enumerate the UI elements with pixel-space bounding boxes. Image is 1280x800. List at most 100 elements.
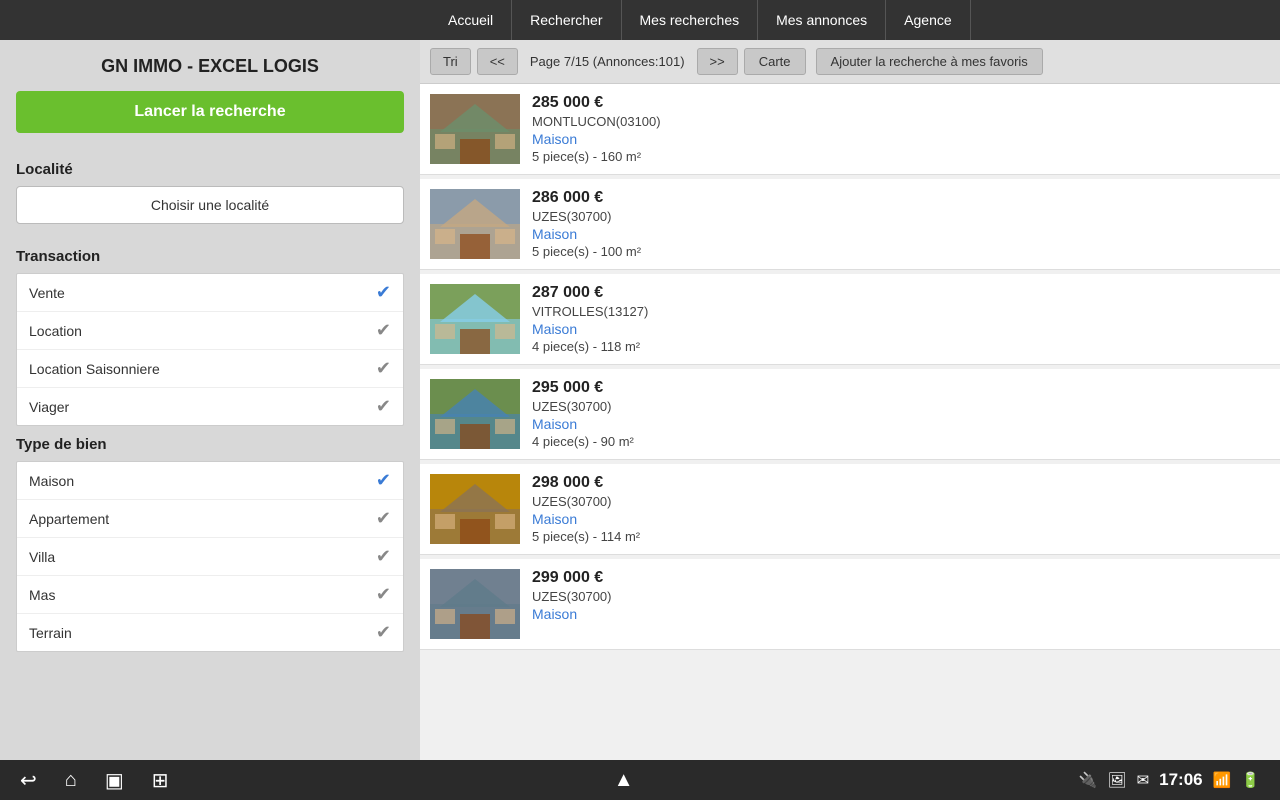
listing-thumbnail (430, 379, 520, 449)
up-chevron-icon: ▲ (614, 769, 634, 792)
listing-info: 285 000 € MONTLUCON(03100) Maison 5 piec… (532, 94, 1270, 164)
listing-thumbnail (430, 474, 520, 544)
favoris-button[interactable]: Ajouter la recherche à mes favoris (816, 48, 1043, 75)
listing-info: 287 000 € VITROLLES(13127) Maison 4 piec… (532, 284, 1270, 354)
listing-info: 299 000 € UZES(30700) Maison (532, 569, 1270, 624)
listing-price: 286 000 € (532, 189, 1270, 207)
location-check-icon: ✔ (376, 320, 391, 341)
recent-apps-icon[interactable]: ▣ (105, 768, 124, 793)
listing-price: 285 000 € (532, 94, 1270, 112)
transaction-viager[interactable]: Viager ✔ (17, 388, 403, 425)
type-appartement[interactable]: Appartement ✔ (17, 500, 403, 538)
next-button[interactable]: >> (697, 48, 738, 75)
type-list: Maison ✔ Appartement ✔ Villa ✔ Mas ✔ Ter… (16, 461, 404, 652)
listing-details: 5 piece(s) - 160 m² (532, 149, 1270, 164)
tri-button[interactable]: Tri (430, 48, 471, 75)
nav-mes-recherches[interactable]: Mes recherches (622, 0, 759, 40)
vente-check-icon: ✔ (376, 282, 391, 303)
localite-button[interactable]: Choisir une localité (16, 186, 404, 224)
nav-agence[interactable]: Agence (886, 0, 970, 40)
listing-thumbnail (430, 94, 520, 164)
content-area: Tri << Page 7/15 (Annonces:101) >> Carte… (420, 40, 1280, 760)
type-maison[interactable]: Maison ✔ (17, 462, 403, 500)
gallery-icon: 🖼 (1108, 771, 1127, 789)
listing-type: Maison (532, 416, 1270, 432)
page-info: Page 7/15 (Annonces:101) (530, 54, 685, 69)
wifi-icon: 📶 (1213, 771, 1232, 789)
battery-icon: 🔋 (1241, 771, 1260, 789)
localite-label: Localité (16, 161, 404, 178)
mas-check-icon: ✔ (376, 584, 391, 605)
sidebar: GN IMMO - EXCEL LOGIS Lancer la recherch… (0, 40, 420, 760)
type-maison-label: Maison (29, 473, 74, 489)
transaction-label: Transaction (16, 248, 404, 265)
listing-item[interactable]: 286 000 € UZES(30700) Maison 5 piece(s) … (420, 179, 1280, 270)
carte-button[interactable]: Carte (744, 48, 806, 75)
type-villa[interactable]: Villa ✔ (17, 538, 403, 576)
listing-type: Maison (532, 511, 1270, 527)
type-label: Type de bien (16, 436, 404, 453)
listing-location: UZES(30700) (532, 494, 1270, 509)
transaction-location[interactable]: Location ✔ (17, 312, 403, 350)
type-mas-label: Mas (29, 587, 55, 603)
listing-info: 286 000 € UZES(30700) Maison 5 piece(s) … (532, 189, 1270, 259)
listing-price: 299 000 € (532, 569, 1270, 587)
listing-type: Maison (532, 321, 1270, 337)
listing-info: 295 000 € UZES(30700) Maison 4 piece(s) … (532, 379, 1270, 449)
home-icon[interactable]: ⌂ (65, 768, 77, 793)
listing-price: 287 000 € (532, 284, 1270, 302)
back-icon[interactable]: ↩ (20, 768, 37, 793)
listing-details: 5 piece(s) - 114 m² (532, 529, 1270, 544)
listing-type: Maison (532, 226, 1270, 242)
search-button[interactable]: Lancer la recherche (16, 91, 404, 133)
prev-button[interactable]: << (477, 48, 518, 75)
pagination-bar: Tri << Page 7/15 (Annonces:101) >> Carte… (420, 40, 1280, 84)
type-terrain-label: Terrain (29, 625, 72, 641)
type-appartement-label: Appartement (29, 511, 109, 527)
nav-mes-annonces[interactable]: Mes annonces (758, 0, 886, 40)
listing-type: Maison (532, 606, 1270, 622)
location-saisonniere-check-icon: ✔ (376, 358, 391, 379)
listing-item[interactable]: 285 000 € MONTLUCON(03100) Maison 5 piec… (420, 84, 1280, 175)
listing-type: Maison (532, 131, 1270, 147)
type-villa-label: Villa (29, 549, 55, 565)
appartement-check-icon: ✔ (376, 508, 391, 529)
listing-location: VITROLLES(13127) (532, 304, 1270, 319)
bottom-status: 🔌 🖼 ✉ 17:06 📶 🔋 (1079, 770, 1260, 790)
clock: 17:06 (1159, 770, 1202, 790)
listing-location: UZES(30700) (532, 209, 1270, 224)
listing-thumbnail (430, 189, 520, 259)
type-terrain[interactable]: Terrain ✔ (17, 614, 403, 651)
main-layout: GN IMMO - EXCEL LOGIS Lancer la recherch… (0, 40, 1280, 760)
top-navigation: Accueil Rechercher Mes recherches Mes an… (0, 0, 1280, 40)
listing-thumbnail (430, 569, 520, 639)
listing-item[interactable]: 287 000 € VITROLLES(13127) Maison 4 piec… (420, 274, 1280, 365)
nav-rechercher[interactable]: Rechercher (512, 0, 621, 40)
type-mas[interactable]: Mas ✔ (17, 576, 403, 614)
listing-location: UZES(30700) (532, 589, 1270, 604)
app-title: GN IMMO - EXCEL LOGIS (16, 56, 404, 77)
terrain-check-icon: ✔ (376, 622, 391, 643)
qr-icon[interactable]: ⊞ (152, 768, 169, 793)
transaction-list: Vente ✔ Location ✔ Location Saisonniere … (16, 273, 404, 426)
listing-details: 5 piece(s) - 100 m² (532, 244, 1270, 259)
usb-icon: 🔌 (1079, 771, 1098, 789)
listing-details: 4 piece(s) - 118 m² (532, 339, 1270, 354)
nav-accueil[interactable]: Accueil (430, 0, 512, 40)
transaction-location-saisonniere[interactable]: Location Saisonniere ✔ (17, 350, 403, 388)
listing-location: UZES(30700) (532, 399, 1270, 414)
listing-price: 295 000 € (532, 379, 1270, 397)
listing-details: 4 piece(s) - 90 m² (532, 434, 1270, 449)
maison-check-icon: ✔ (376, 470, 391, 491)
listing-item[interactable]: 299 000 € UZES(30700) Maison (420, 559, 1280, 650)
transaction-viager-label: Viager (29, 399, 69, 415)
listing-price: 298 000 € (532, 474, 1270, 492)
listing-item[interactable]: 295 000 € UZES(30700) Maison 4 piece(s) … (420, 369, 1280, 460)
villa-check-icon: ✔ (376, 546, 391, 567)
listing-item[interactable]: 298 000 € UZES(30700) Maison 5 piece(s) … (420, 464, 1280, 555)
viager-check-icon: ✔ (376, 396, 391, 417)
transaction-location-label: Location (29, 323, 82, 339)
transaction-vente[interactable]: Vente ✔ (17, 274, 403, 312)
transaction-vente-label: Vente (29, 285, 65, 301)
listing-info: 298 000 € UZES(30700) Maison 5 piece(s) … (532, 474, 1270, 544)
